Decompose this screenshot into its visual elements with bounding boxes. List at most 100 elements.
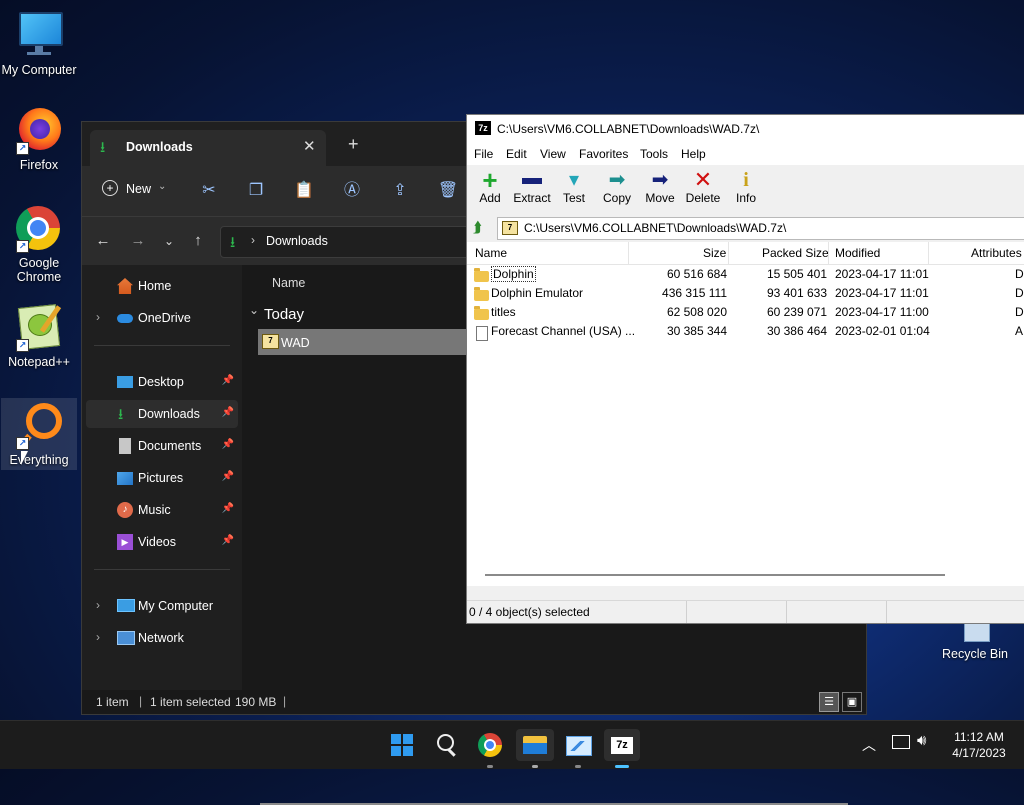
delete-icon[interactable]: 🗑 — [437, 180, 459, 202]
task-manager-icon[interactable] — [562, 729, 594, 768]
search-icon[interactable] — [430, 729, 462, 761]
path-field[interactable]: 7 C:\Users\VM6.COLLABNET\Downloads\WAD.7… — [497, 217, 1024, 240]
7zip-title-bar[interactable]: 7z C:\Users\VM6.COLLABNET\Downloads\WAD.… — [467, 115, 1024, 143]
sidebar-item-documents[interactable]: Documents 📌 — [86, 432, 238, 460]
7z-archive-icon: 7 — [502, 221, 518, 235]
new-button[interactable]: + New ⌄ — [102, 179, 168, 203]
sidebar-item-home[interactable]: Home — [86, 272, 238, 300]
desktop-icon-my-computer[interactable]: My Computer — [1, 10, 77, 77]
back-icon[interactable]: ← — [93, 231, 113, 251]
pin-icon[interactable]: 📌 — [222, 407, 234, 418]
file-name: WAD — [281, 336, 310, 350]
test-button[interactable]: ▾ Test — [551, 169, 597, 213]
recent-chevron-icon[interactable]: ⌄ — [159, 231, 179, 251]
column-header-name[interactable]: Name — [272, 276, 305, 290]
file-item-wad[interactable]: 7 WAD — [258, 329, 478, 355]
7zip-window[interactable]: 7z C:\Users\VM6.COLLABNET\Downloads\WAD.… — [466, 114, 1024, 624]
group-chevron-icon[interactable]: ⌄ — [249, 303, 259, 317]
status-separator: | — [139, 694, 143, 708]
expand-chevron-icon[interactable]: › — [96, 630, 100, 644]
share-icon[interactable]: ⇪ — [389, 180, 411, 202]
delete-button[interactable]: ✕ Delete — [680, 169, 726, 213]
horizontal-scrollbar[interactable] — [485, 574, 945, 576]
add-button[interactable]: + Add — [467, 167, 513, 213]
desktop-icon-chrome[interactable]: ↗ Google Chrome — [1, 203, 77, 284]
copy-arrow-icon: ➡ — [608, 169, 626, 191]
7zip-app-icon: 7z — [475, 121, 491, 135]
table-row[interactable]: Dolphin 60 516 684 15 505 401 2023-04-17… — [467, 265, 1024, 284]
desktop-icon-everything[interactable]: ↗ Everything — [1, 398, 77, 470]
move-button[interactable]: ➡ Move — [637, 169, 683, 213]
sidebar-item-my-computer[interactable]: › My Computer — [86, 592, 238, 620]
mouse-cursor-icon — [21, 451, 28, 465]
tiles-view-icon[interactable]: ▣ — [842, 692, 862, 712]
column-modified[interactable]: Modified — [835, 246, 880, 260]
expand-chevron-icon[interactable]: › — [96, 310, 100, 324]
breadcrumb-downloads[interactable]: Downloads — [266, 234, 328, 248]
move-button-label: Move — [645, 191, 675, 205]
sidebar-item-downloads[interactable]: ⭳ Downloads 📌 — [86, 400, 238, 428]
pin-icon[interactable]: 📌 — [222, 471, 234, 482]
pin-icon[interactable]: 📌 — [222, 503, 234, 514]
paste-icon[interactable]: 📋 — [293, 180, 315, 202]
forward-icon[interactable]: → — [128, 231, 148, 251]
desktop-icon-notepadpp[interactable]: ↗ Notepad++ — [1, 302, 77, 369]
pin-icon[interactable]: 📌 — [222, 439, 234, 450]
table-row[interactable]: Dolphin Emulator 436 315 111 93 401 633 … — [467, 284, 1024, 303]
close-tab-icon[interactable]: ✕ — [303, 137, 316, 155]
group-header-today[interactable]: Today — [264, 306, 304, 323]
up-icon[interactable]: ↑ — [188, 231, 208, 251]
copy-button[interactable]: ➡ Copy — [594, 169, 640, 213]
home-icon — [117, 278, 133, 294]
sidebar-item-desktop[interactable]: Desktop 📌 — [86, 368, 238, 396]
column-name[interactable]: Name — [475, 246, 507, 260]
sidebar-item-onedrive[interactable]: › OneDrive — [86, 304, 238, 332]
pin-icon[interactable]: 📌 — [222, 375, 234, 386]
menu-favorites[interactable]: Favorites — [579, 147, 628, 161]
sidebar-item-videos[interactable]: ▶ Videos 📌 — [86, 528, 238, 556]
delete-x-icon: ✕ — [693, 167, 713, 192]
rename-icon[interactable]: Ⓐ — [341, 180, 363, 202]
expand-chevron-icon[interactable]: › — [96, 598, 100, 612]
details-view-icon[interactable]: ☰ — [819, 692, 839, 712]
table-row[interactable]: titles 62 508 020 60 239 071 2023-04-17 … — [467, 303, 1024, 322]
extract-button[interactable]: Extract — [509, 169, 555, 213]
menu-tools[interactable]: Tools — [640, 147, 668, 161]
menu-view[interactable]: View — [540, 147, 566, 161]
system-clock[interactable]: 11:12 AM 4/17/2023 — [940, 729, 1018, 761]
network-tray-icon[interactable] — [892, 735, 910, 749]
new-tab-icon[interactable]: + — [348, 134, 359, 155]
info-button[interactable]: i Info — [723, 169, 769, 213]
sidebar-item-music[interactable]: ♪ Music 📌 — [86, 496, 238, 524]
sidebar-item-network[interactable]: › Network — [86, 624, 238, 652]
column-packed-size[interactable]: Packed Size — [762, 246, 829, 260]
menu-help[interactable]: Help — [681, 147, 706, 161]
desktop-icon-recycle-bin[interactable]: Recycle Bin — [937, 622, 1013, 661]
monitor-icon — [117, 599, 135, 612]
desktop-icon-firefox[interactable]: ↗ Firefox — [1, 105, 77, 172]
menu-file[interactable]: File — [474, 147, 493, 161]
taskbar: 7z ︿ 🔊︎ 11:12 AM 4/17/2023 — [0, 720, 1024, 769]
column-size[interactable]: Size — [703, 246, 726, 260]
status-divider — [686, 601, 687, 623]
7z-archive-icon: 7 — [262, 334, 279, 349]
chevron-up-icon[interactable]: ︿ — [862, 735, 876, 755]
column-divider — [628, 242, 629, 264]
sidebar-divider — [94, 569, 230, 570]
menu-edit[interactable]: Edit — [506, 147, 527, 161]
table-row[interactable]: Forecast Channel (USA) ... 30 385 344 30… — [467, 322, 1024, 341]
up-folder-icon[interactable]: ⮭ — [473, 219, 482, 236]
7zip-taskbar-icon[interactable]: 7z — [604, 729, 640, 768]
chrome-icon[interactable] — [474, 729, 506, 768]
tab-downloads[interactable]: ⭳ Downloads ✕ — [90, 130, 326, 166]
pin-icon[interactable]: 📌 — [222, 535, 234, 546]
delete-button-label: Delete — [685, 191, 721, 205]
column-attributes[interactable]: Attributes — [971, 246, 1022, 260]
copy-icon[interactable]: ❐ — [245, 180, 267, 202]
desktop-icon-label: Firefox — [19, 158, 59, 172]
sidebar-item-pictures[interactable]: Pictures 📌 — [86, 464, 238, 492]
file-explorer-icon[interactable] — [516, 729, 554, 768]
cut-icon[interactable]: ✂ — [198, 180, 220, 202]
start-windows-icon[interactable] — [386, 729, 418, 761]
volume-icon[interactable]: 🔊︎ — [917, 732, 926, 749]
